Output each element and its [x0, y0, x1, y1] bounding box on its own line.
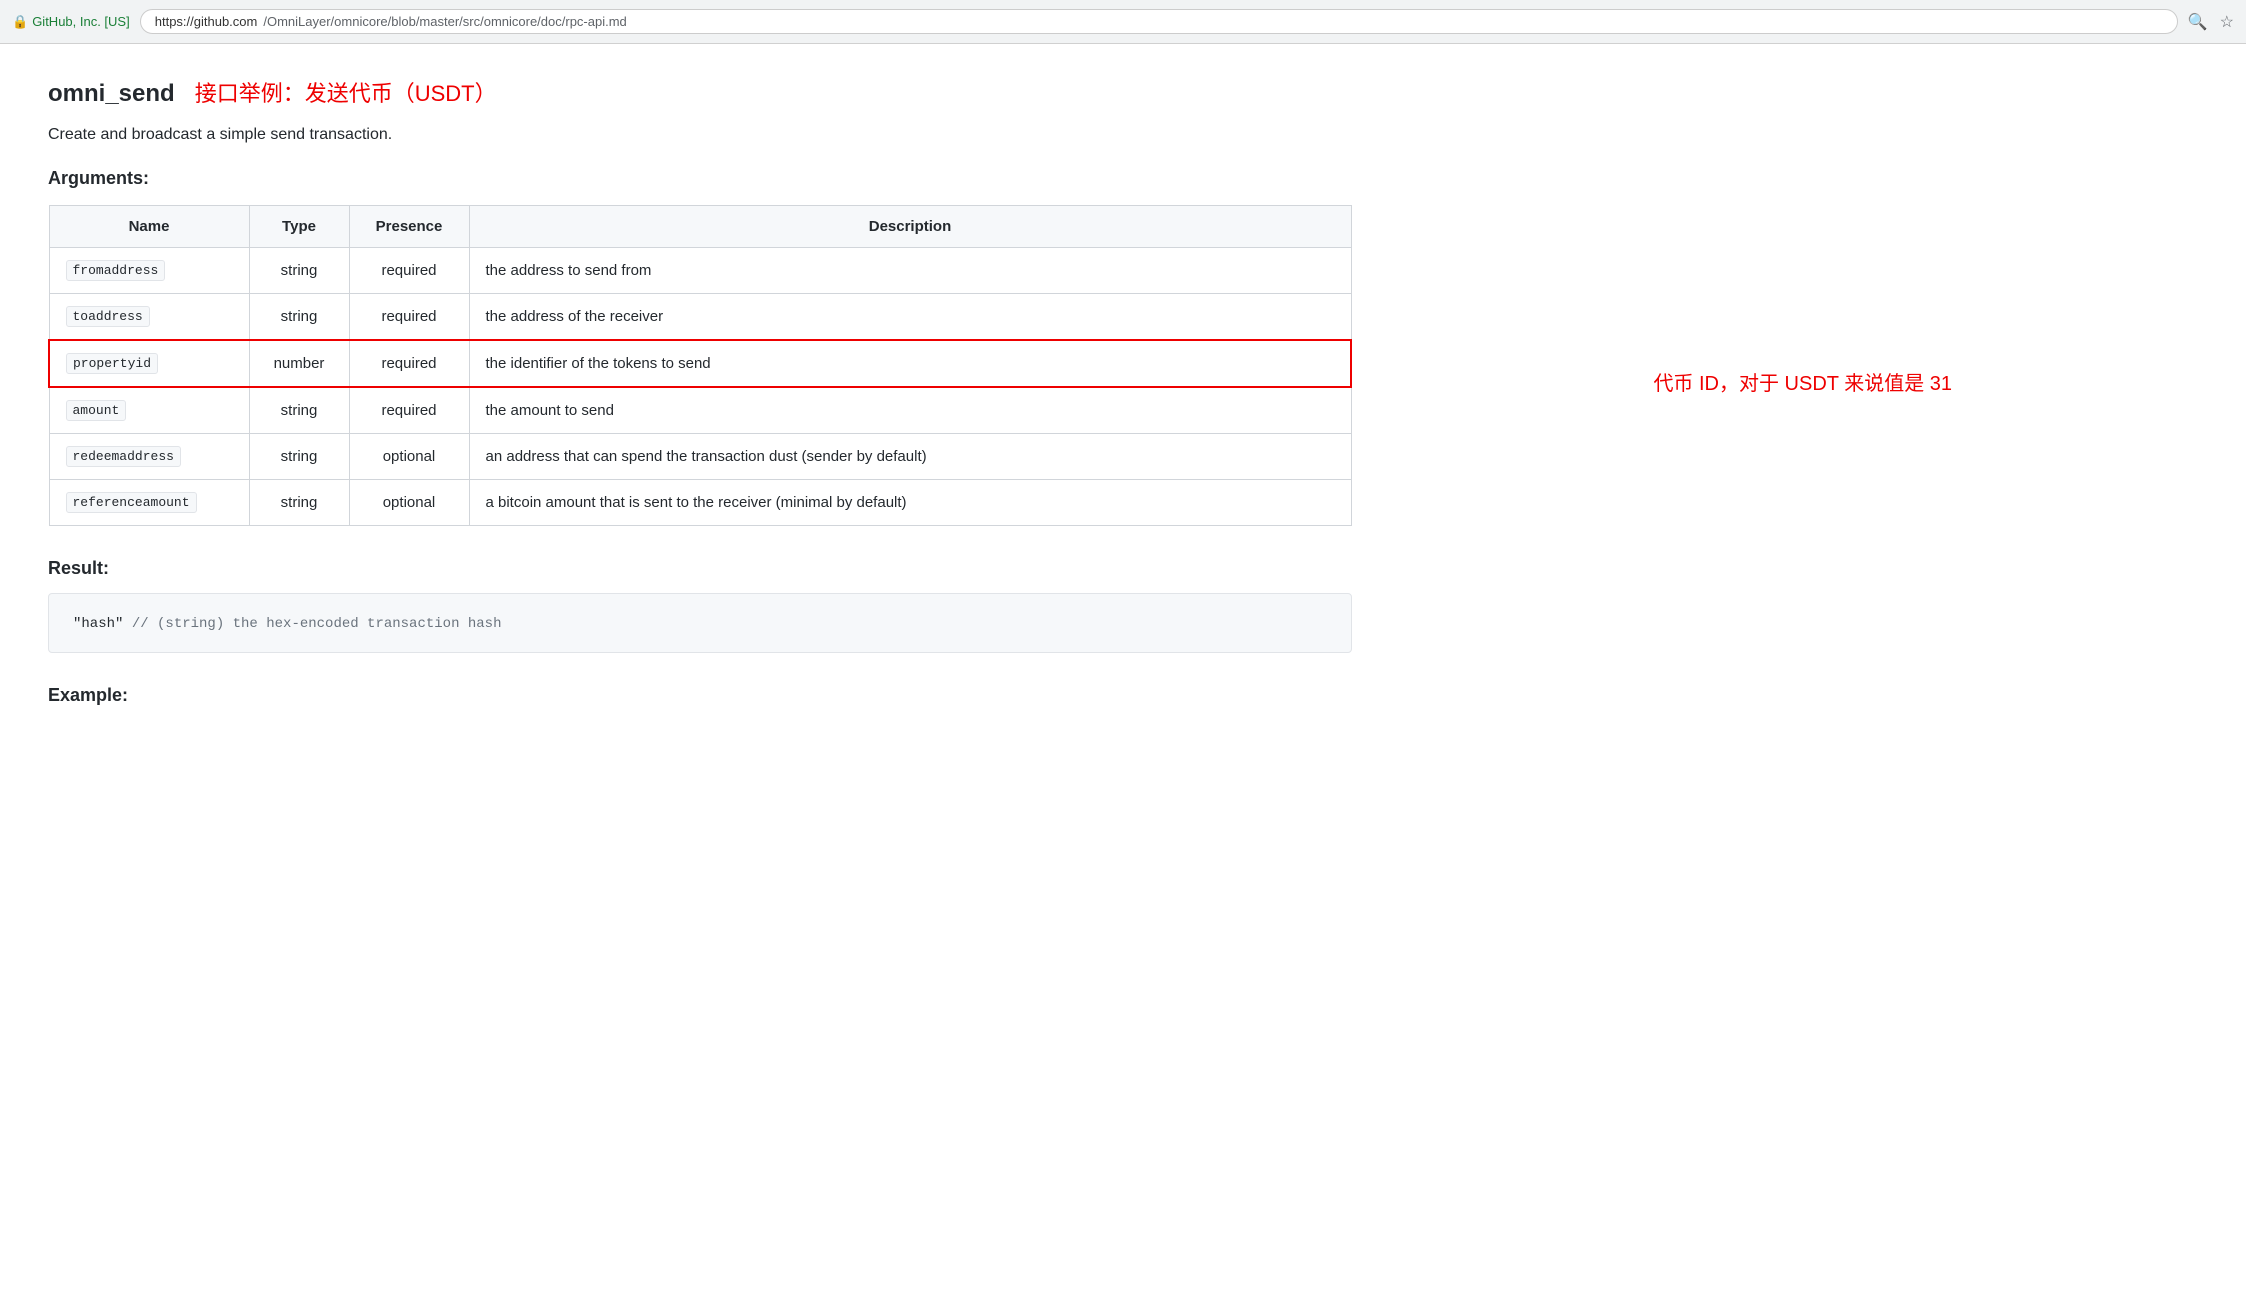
browser-lock-indicator: 🔒 GitHub, Inc. [US]: [12, 14, 130, 30]
chinese-annotation: 代币 ID，对于 USDT 来说值是 31: [1653, 367, 1952, 396]
param-name: propertyid: [66, 353, 158, 374]
param-description: an address that can spend the transactio…: [469, 434, 1351, 480]
search-icon[interactable]: 🔍: [2188, 12, 2208, 32]
param-presence: required: [349, 294, 469, 341]
param-type: string: [249, 434, 349, 480]
result-block: "hash" // (string) the hex-encoded trans…: [48, 593, 1352, 653]
param-type: string: [249, 248, 349, 294]
page-title-chinese: 接口举例：发送代币（USDT）: [195, 76, 497, 108]
param-description: the amount to send: [469, 387, 1351, 434]
table-row: redeemaddress stringoptionalan address th…: [49, 434, 1351, 480]
arguments-table: Name Type Presence Description fromaddre…: [48, 205, 1352, 526]
param-name: fromaddress: [66, 260, 166, 281]
arguments-heading: Arguments:: [48, 168, 1352, 189]
url-bar[interactable]: https://github.com /OmniLayer/omnicore/b…: [140, 9, 2178, 34]
col-header-type: Type: [249, 206, 349, 248]
param-presence: optional: [349, 480, 469, 526]
table-row: referenceamount stringoptionala bitcoin a…: [49, 480, 1351, 526]
param-description: the address of the receiver: [469, 294, 1351, 341]
param-name: toaddress: [66, 306, 150, 327]
param-type: string: [249, 294, 349, 341]
result-code: "hash" // (string) the hex-encoded trans…: [73, 616, 501, 632]
page-subtitle: Create and broadcast a simple send trans…: [48, 126, 1352, 144]
table-row: fromaddress stringrequiredthe address to …: [49, 248, 1351, 294]
page-title: omni_send: [48, 80, 175, 108]
title-area: omni_send 接口举例：发送代币（USDT）: [48, 76, 1352, 108]
param-name: redeemaddress: [66, 446, 181, 467]
param-description: the identifier of the tokens to send: [469, 340, 1351, 387]
col-header-presence: Presence: [349, 206, 469, 248]
browser-action-icons: 🔍 ☆: [2188, 12, 2234, 32]
col-header-name: Name: [49, 206, 249, 248]
url-path: /OmniLayer/omnicore/blob/master/src/omni…: [263, 14, 626, 29]
browser-bar: 🔒 GitHub, Inc. [US] https://github.com /…: [0, 0, 2246, 44]
param-type: number: [249, 340, 349, 387]
col-header-description: Description: [469, 206, 1351, 248]
param-presence: required: [349, 340, 469, 387]
param-name: amount: [66, 400, 127, 421]
param-presence: required: [349, 248, 469, 294]
bookmark-icon[interactable]: ☆: [2220, 12, 2234, 32]
page-content: omni_send 接口举例：发送代币（USDT） Create and bro…: [0, 44, 1400, 754]
table-wrapper: Name Type Presence Description fromaddre…: [48, 205, 1352, 526]
browser-org-label: GitHub, Inc. [US]: [32, 14, 130, 29]
param-type: string: [249, 387, 349, 434]
example-heading: Example:: [48, 685, 1352, 706]
url-domain: https://github.com: [155, 14, 258, 29]
lock-icon: 🔒: [12, 14, 28, 30]
param-description: a bitcoin amount that is sent to the rec…: [469, 480, 1351, 526]
param-description: the address to send from: [469, 248, 1351, 294]
param-presence: optional: [349, 434, 469, 480]
table-header-row: Name Type Presence Description: [49, 206, 1351, 248]
result-heading: Result:: [48, 558, 1352, 579]
table-row: toaddress stringrequiredthe address of th…: [49, 294, 1351, 341]
param-presence: required: [349, 387, 469, 434]
table-row: propertyid numberrequiredthe identifier o…: [49, 340, 1351, 387]
param-type: string: [249, 480, 349, 526]
table-row: amount stringrequiredthe amount to send: [49, 387, 1351, 434]
param-name: referenceamount: [66, 492, 197, 513]
